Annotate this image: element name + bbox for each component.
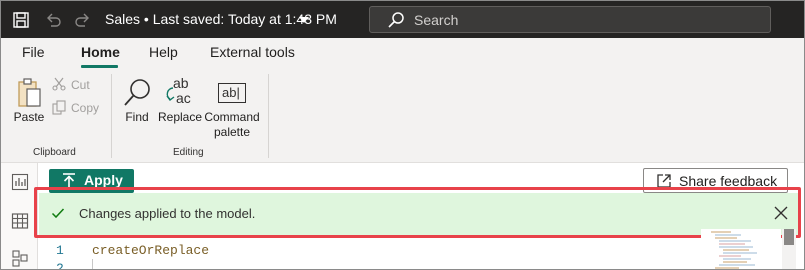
title-bar: Sales • Last saved: Today at 1:43 PM Sea… xyxy=(1,1,804,38)
command-palette-label-1: Command xyxy=(204,110,260,124)
editing-group-label: Editing xyxy=(173,147,204,158)
replace-icon: ab ac xyxy=(164,76,196,110)
command-palette-button[interactable]: ab| Command palette xyxy=(203,76,261,140)
chevron-down-icon[interactable] xyxy=(299,17,309,23)
apply-icon xyxy=(63,173,75,187)
ribbon-tabs: File Home Help External tools xyxy=(1,38,804,68)
tab-external-tools[interactable]: External tools xyxy=(210,44,295,60)
command-palette-icon: ab| xyxy=(216,76,248,110)
copy-icon xyxy=(52,100,66,115)
clipboard-group-label: Clipboard xyxy=(33,147,76,158)
command-icon-text: ab| xyxy=(222,85,240,100)
group-divider xyxy=(111,74,112,158)
paste-icon xyxy=(18,78,41,107)
replace-label: Replace xyxy=(157,110,203,124)
tab-file[interactable]: File xyxy=(22,44,45,60)
find-icon xyxy=(124,79,150,106)
tab-home[interactable]: Home xyxy=(81,44,120,60)
cut-button[interactable]: Cut xyxy=(71,78,90,92)
table-view-icon[interactable] xyxy=(11,212,29,230)
redo-icon[interactable] xyxy=(73,10,93,30)
minimap[interactable] xyxy=(701,229,781,270)
app-window: Sales • Last saved: Today at 1:43 PM Sea… xyxy=(0,0,805,270)
cut-icon xyxy=(52,77,66,91)
replace-arrow-icon xyxy=(166,87,175,101)
search-box[interactable]: Search xyxy=(369,6,771,33)
highlight-annotation xyxy=(34,187,801,238)
indent-guide xyxy=(92,259,93,269)
command-palette-label-2: palette xyxy=(213,125,251,139)
find-button[interactable]: Find xyxy=(119,76,155,125)
line-number: 2 xyxy=(56,261,64,270)
undo-icon[interactable] xyxy=(43,10,63,30)
model-view-icon[interactable] xyxy=(11,249,29,267)
find-label: Find xyxy=(125,110,149,124)
ribbon: Paste Cut Copy Clipboard Find ab ac Repl… xyxy=(1,68,804,163)
search-icon xyxy=(388,12,404,28)
save-icon[interactable] xyxy=(11,10,31,30)
apply-label: Apply xyxy=(84,172,123,188)
replace-button[interactable]: ab ac Replace xyxy=(157,76,203,125)
replace-icon-bottom-text: ac xyxy=(176,90,191,106)
scrollbar[interactable] xyxy=(782,229,796,269)
report-view-icon[interactable] xyxy=(11,173,29,191)
search-placeholder: Search xyxy=(414,12,459,28)
paste-label: Paste xyxy=(13,110,45,124)
group-divider xyxy=(268,74,269,158)
code-line[interactable]: createOrReplace xyxy=(92,243,209,258)
tab-help[interactable]: Help xyxy=(149,44,178,60)
copy-button[interactable]: Copy xyxy=(71,101,99,115)
paste-button[interactable]: Paste xyxy=(9,76,49,125)
scrollbar-thumb[interactable] xyxy=(784,229,794,245)
view-rail xyxy=(1,163,38,269)
line-number: 1 xyxy=(56,243,64,258)
